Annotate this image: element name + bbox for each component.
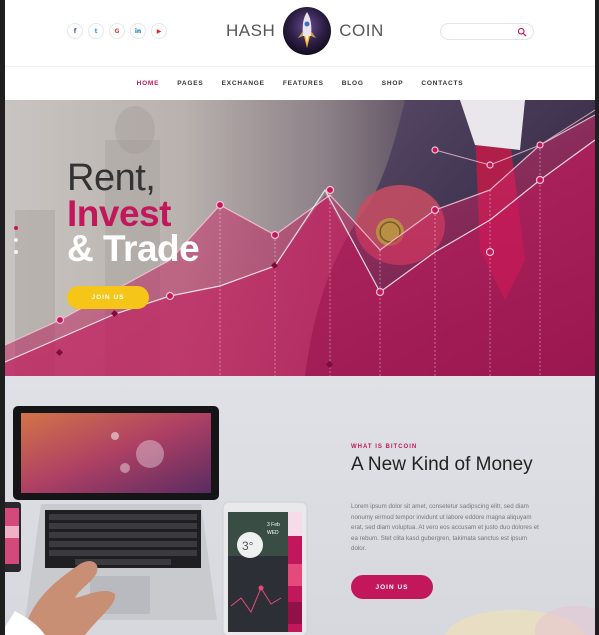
nav-item-exchange[interactable]: EXCHANGE	[213, 80, 274, 87]
hero-join-button[interactable]: JOIN US	[67, 286, 149, 309]
social-links: f t G in ▶	[67, 23, 167, 39]
twitter-icon[interactable]: t	[88, 23, 104, 39]
slider-dot[interactable]	[14, 226, 18, 230]
slider-dot[interactable]	[14, 238, 18, 242]
nav-item-shop[interactable]: SHOP	[373, 80, 413, 87]
youtube-icon[interactable]: ▶	[151, 23, 167, 39]
search-box[interactable]	[440, 23, 534, 40]
rocket-logo-icon	[283, 7, 332, 55]
search-input[interactable]	[447, 26, 517, 38]
nav-item-pages[interactable]: PAGES	[168, 80, 212, 87]
section-join-button[interactable]: JOIN US	[351, 575, 433, 599]
main-nav: HOME PAGES EXCHANGE FEATURES BLOG SHOP C…	[5, 66, 595, 100]
what-is-bitcoin-section: 3° 3 Feb WED WHAT IS BITCOIN A New Kind …	[5, 376, 595, 635]
nav-item-home[interactable]: HOME	[128, 80, 169, 87]
tablet-temperature: 3°	[242, 539, 254, 553]
tablet-date: 3 Feb	[267, 522, 280, 528]
slider-dots	[14, 226, 18, 254]
google-plus-icon[interactable]: G	[109, 23, 125, 39]
linkedin-icon[interactable]: in	[130, 23, 146, 39]
search-icon[interactable]	[517, 27, 527, 37]
site-logo[interactable]: HASH COIN	[226, 4, 384, 58]
nav-item-features[interactable]: FEATURES	[274, 80, 333, 87]
nav-item-contacts[interactable]: CONTACTS	[412, 80, 472, 87]
section-title: A New Kind of Money	[351, 454, 533, 475]
nav-item-blog[interactable]: BLOG	[333, 80, 373, 87]
slider-dot[interactable]	[14, 250, 18, 254]
hero-slider: Rent, Invest & Trade JOIN US	[5, 100, 595, 376]
hero-line-invest: Invest	[67, 193, 171, 235]
site-header: f t G in ▶ HASH COIN	[5, 0, 595, 66]
logo-text-right: COIN	[339, 21, 384, 40]
hero-line-rent: Rent,	[67, 157, 156, 199]
facebook-icon[interactable]: f	[67, 23, 83, 39]
page: f t G in ▶ HASH COIN HOME PAGES EXCHANGE…	[5, 0, 595, 635]
hero-heading: Rent, Invest & Trade	[67, 157, 200, 270]
hero-line-trade: & Trade	[67, 228, 200, 270]
section-eyebrow: WHAT IS BITCOIN	[351, 444, 418, 450]
tablet-day: WED	[267, 530, 279, 536]
logo-text-left: HASH	[226, 21, 276, 40]
section-body: Lorem ipsum dolor sit amet, consetetur s…	[351, 503, 539, 552]
